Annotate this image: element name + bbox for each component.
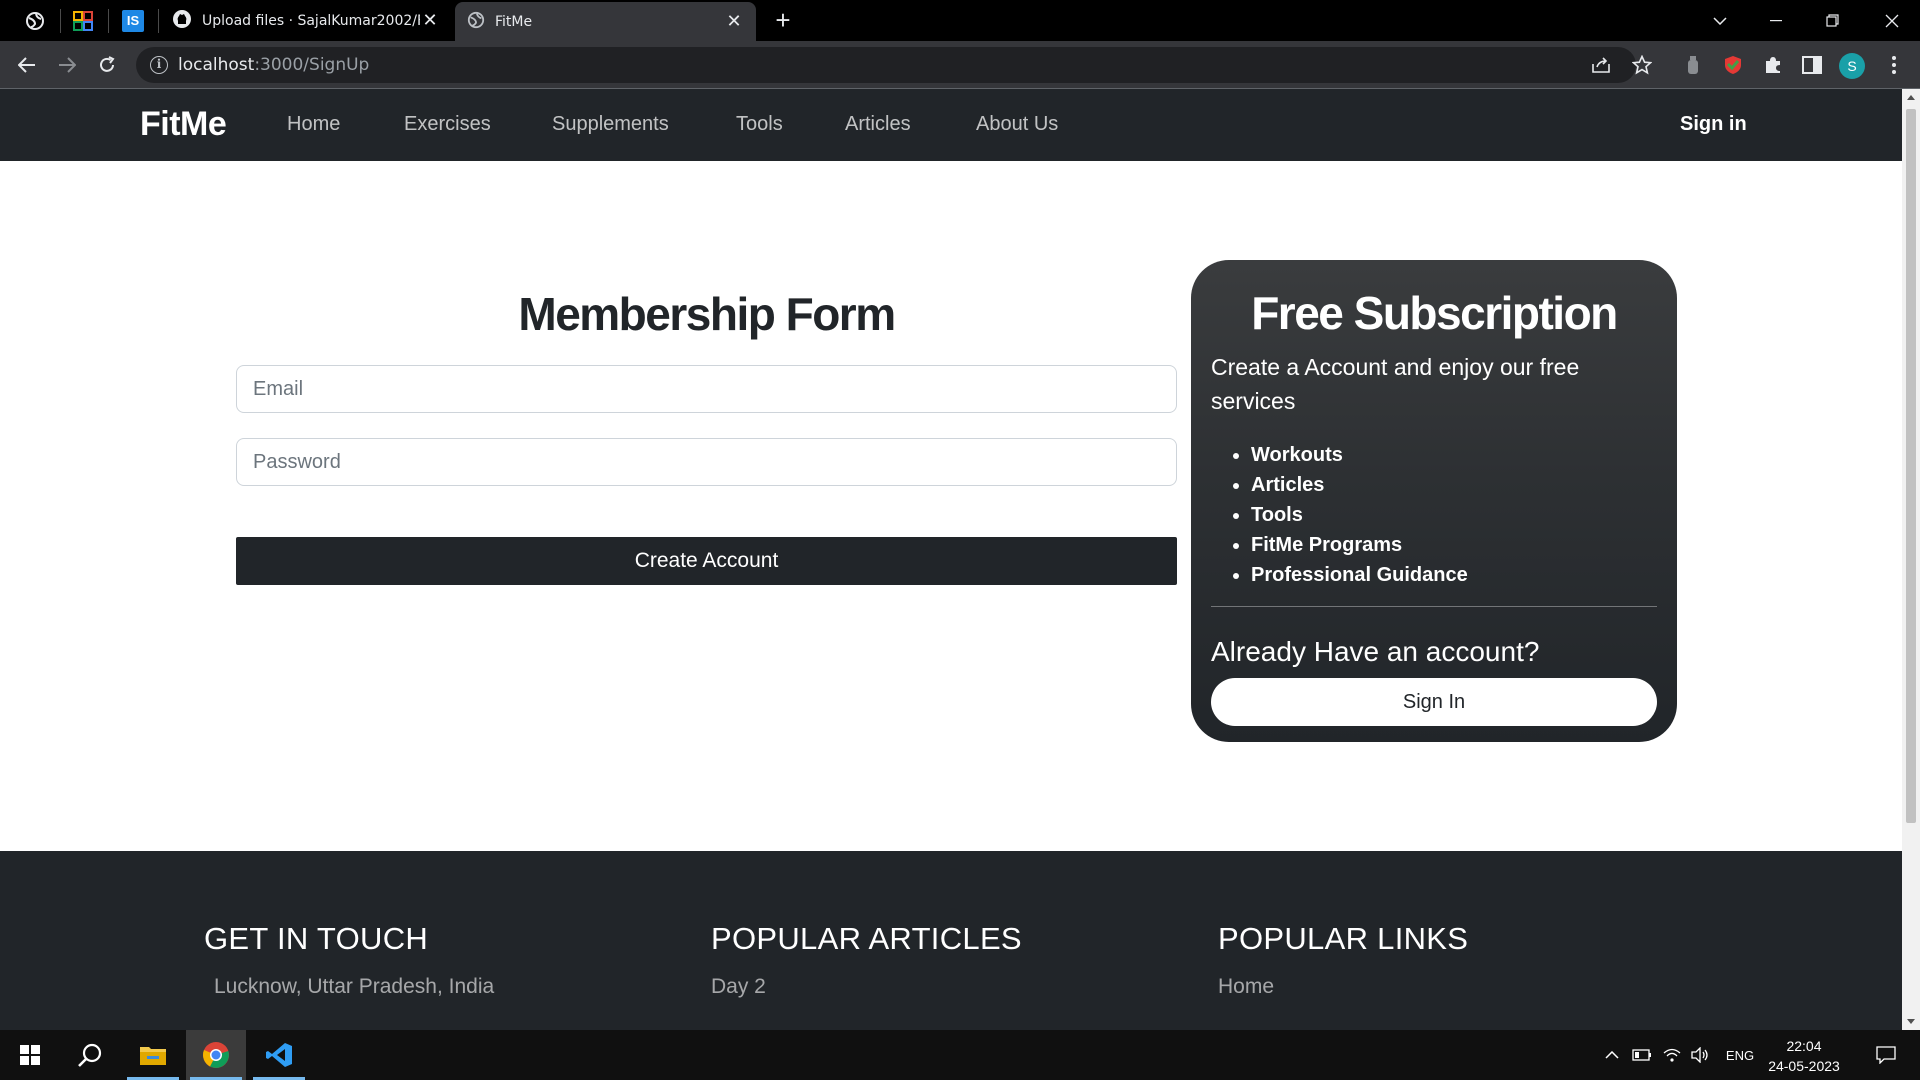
volume-icon[interactable]	[1688, 1030, 1712, 1080]
create-account-button[interactable]: Create Account	[236, 537, 1177, 585]
restore-button[interactable]	[1804, 0, 1860, 41]
feature-item: Articles	[1251, 470, 1468, 500]
back-arrow-icon[interactable]	[13, 51, 41, 79]
footer-address: Lucknow, Uttar Pradesh, India	[214, 975, 495, 998]
profile-avatar[interactable]: S	[1839, 53, 1865, 79]
globe-icon[interactable]	[22, 8, 48, 34]
is-app-icon[interactable]: IS	[120, 8, 146, 34]
password-field[interactable]	[236, 438, 1177, 486]
share-icon[interactable]	[1589, 53, 1613, 77]
tab-fitme[interactable]: FitMe ✕	[455, 2, 756, 41]
url-path: :3000/SignUp	[254, 55, 370, 75]
existing-account-question: Already Have an account?	[1211, 636, 1540, 667]
url-text[interactable]: localhost:3000/SignUp	[178, 55, 369, 75]
page-viewport: FitMe Home Exercises Supplements Tools A…	[0, 89, 1902, 1030]
url-host: localhost	[178, 55, 255, 75]
footer-heading-popular-articles: POPULAR ARTICLES	[711, 921, 1022, 956]
close-icon[interactable]: ✕	[420, 10, 440, 31]
feature-item: Professional Guidance	[1251, 560, 1468, 590]
card-signin-button[interactable]: Sign In	[1211, 678, 1657, 726]
scroll-up-arrow-icon[interactable]	[1907, 95, 1915, 100]
puzzle-extensions-icon[interactable]	[1761, 53, 1785, 77]
nav-link-exercises[interactable]: Exercises	[404, 113, 491, 136]
nav-link-tools[interactable]: Tools	[736, 113, 783, 136]
subscription-title: Free Subscription	[1251, 287, 1618, 339]
close-window-button[interactable]	[1864, 0, 1920, 41]
search-icon[interactable]	[60, 1030, 120, 1080]
forward-arrow-icon[interactable]	[53, 51, 81, 79]
browser-toolbar: i localhost:3000/SignUp	[0, 41, 1920, 89]
close-icon[interactable]: ✕	[724, 11, 744, 32]
site-info-icon[interactable]: i	[150, 56, 168, 74]
tab-title: Upload files · SajalKumar2002/Fit	[202, 12, 420, 29]
tray-chevron-up-icon[interactable]	[1600, 1030, 1624, 1080]
side-panel-icon[interactable]	[1800, 53, 1824, 77]
tab-github-upload[interactable]: Upload files · SajalKumar2002/Fit ✕	[160, 0, 452, 41]
tab-search-chevron-icon[interactable]	[1692, 0, 1748, 41]
footer-heading-popular-links: POPULAR LINKS	[1218, 921, 1469, 956]
shield-extension-icon[interactable]	[1721, 53, 1745, 77]
globe-icon	[467, 11, 485, 32]
windows-start-icon[interactable]	[0, 1030, 60, 1080]
nav-link-home[interactable]: Home	[287, 113, 340, 136]
membership-form-title: Membership Form	[518, 288, 896, 340]
wifi-icon[interactable]	[1660, 1030, 1684, 1080]
more-menu-icon[interactable]	[1882, 53, 1906, 77]
file-explorer-icon[interactable]	[123, 1030, 183, 1080]
site-footer: GET IN TOUCH POPULAR ARTICLES POPULAR LI…	[0, 851, 1902, 1030]
vscode-icon[interactable]	[249, 1030, 309, 1080]
site-navbar: FitMe Home Exercises Supplements Tools A…	[0, 89, 1902, 161]
tab-separator	[158, 9, 159, 33]
grid-app-icon[interactable]	[70, 8, 96, 34]
windows-taskbar: ENG 22:04 24-05-2023	[0, 1030, 1920, 1080]
reload-icon[interactable]	[93, 51, 121, 79]
feature-list: Workouts Articles Tools FitMe Programs P…	[1251, 440, 1468, 590]
tab-separator	[60, 9, 61, 33]
address-bar[interactable]: i localhost:3000/SignUp	[136, 47, 1636, 83]
scroll-down-arrow-icon[interactable]	[1907, 1019, 1915, 1024]
taskbar-clock[interactable]: 22:04 24-05-2023	[1766, 1036, 1842, 1076]
extension-bottle-icon[interactable]	[1681, 53, 1705, 77]
nav-link-about-us[interactable]: About Us	[976, 113, 1058, 136]
chrome-icon[interactable]	[186, 1030, 246, 1080]
new-tab-button[interactable]: +	[770, 7, 796, 34]
footer-home-link[interactable]: Home	[1218, 975, 1274, 999]
star-icon[interactable]	[1630, 53, 1654, 77]
footer-heading-get-in-touch: GET IN TOUCH	[204, 921, 429, 956]
email-field[interactable]	[236, 365, 1177, 413]
nav-link-articles[interactable]: Articles	[845, 113, 911, 136]
scrollbar-thumb[interactable]	[1906, 109, 1916, 823]
tab-separator	[108, 9, 109, 33]
tab-title: FitMe	[495, 13, 533, 30]
nav-link-supplements[interactable]: Supplements	[552, 113, 669, 136]
github-icon	[172, 9, 192, 32]
feature-item: Workouts	[1251, 440, 1468, 470]
browser-tab-strip: IS Upload files · SajalKumar2002/Fit ✕ F…	[0, 0, 1920, 41]
page-scrollbar[interactable]	[1902, 89, 1920, 1030]
brand-logo[interactable]: FitMe	[140, 105, 227, 144]
notification-center-icon[interactable]	[1866, 1030, 1906, 1080]
clock-date: 24-05-2023	[1768, 1058, 1840, 1074]
language-indicator[interactable]: ENG	[1720, 1030, 1760, 1080]
subscription-description: Create a Account and enjoy our free serv…	[1211, 354, 1580, 414]
card-divider	[1211, 606, 1657, 607]
feature-item: FitMe Programs	[1251, 530, 1468, 560]
free-subscription-card: Free Subscription Create a Account and e…	[1191, 260, 1677, 742]
nav-signin-link[interactable]: Sign in	[1680, 113, 1747, 136]
minimize-button[interactable]	[1748, 0, 1804, 41]
footer-article-link[interactable]: Day 2	[711, 975, 766, 999]
battery-icon[interactable]	[1630, 1030, 1654, 1080]
clock-time: 22:04	[1786, 1038, 1822, 1054]
feature-item: Tools	[1251, 500, 1468, 530]
